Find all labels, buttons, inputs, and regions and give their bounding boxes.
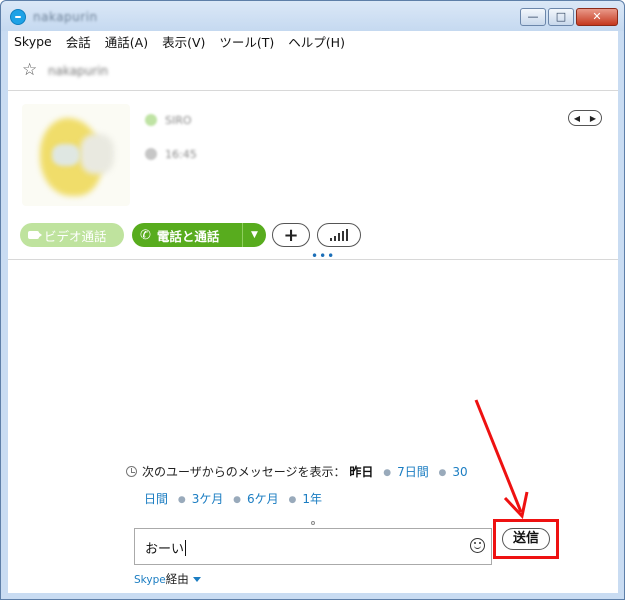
contact-name: nakapurin <box>48 64 109 78</box>
send-highlight-box: 送信 <box>493 519 559 559</box>
chevron-down-icon: ▼ <box>251 230 258 240</box>
video-camera-icon <box>28 231 42 239</box>
separator-dot-icon: ● <box>233 495 242 505</box>
add-button[interactable]: + <box>272 223 310 247</box>
contact-header: ☆ nakapurin <box>8 51 618 91</box>
local-time-row: 16:45 <box>145 147 197 161</box>
history-7days-link[interactable]: 7日間 <box>397 465 429 479</box>
call-label: 電話と通話 <box>156 228 220 244</box>
call-quality-button[interactable] <box>317 223 361 247</box>
separator-dot-icon: ● <box>177 495 186 505</box>
text-caret <box>185 540 187 556</box>
emoticon-icon[interactable] <box>470 538 485 553</box>
history-yesterday: 昨日 <box>349 465 374 479</box>
menu-call[interactable]: 通話(A) <box>105 32 148 51</box>
call-button[interactable]: ✆ 電話と通話 <box>132 223 242 247</box>
skype-chat-window: nakapurin — □ ✕ Skype 会話 通話(A) 表示(V) ツール… <box>0 0 625 600</box>
menu-skype[interactable]: Skype <box>14 34 52 49</box>
menu-conversation[interactable]: 会話 <box>66 32 91 51</box>
profile-nav-arrows[interactable]: ◀ ▶ <box>568 110 602 126</box>
menu-view[interactable]: 表示(V) <box>162 32 205 51</box>
chevron-down-icon[interactable] <box>192 577 201 582</box>
history-3months-link[interactable]: 3ケ月 <box>192 492 224 506</box>
menu-bar: Skype 会話 通話(A) 表示(V) ツール(T) ヘルプ(H) <box>8 31 618 51</box>
history-1year-link[interactable]: 1年 <box>302 492 322 506</box>
message-text: おーい <box>145 542 185 557</box>
chat-content: ☆ nakapurin SIRO 16:45 ◀ ▶ ビデオ通話 ✆ 電話と通話… <box>8 51 618 593</box>
separator-dot-icon: ● <box>438 468 447 478</box>
separator-dot-icon: ● <box>288 495 297 505</box>
local-time-text: 16:45 <box>165 147 197 161</box>
via-label: 経由 <box>165 572 189 586</box>
call-dropdown-button[interactable]: ▼ <box>242 223 266 247</box>
expand-handle-icon[interactable]: ••• <box>311 249 335 263</box>
title-bar[interactable]: nakapurin — □ ✕ <box>1 1 624 31</box>
video-call-label: ビデオ通話 <box>44 228 107 244</box>
signal-bars-icon <box>330 229 348 241</box>
clock-status-icon <box>145 148 157 160</box>
send-button[interactable]: 送信 <box>502 528 550 550</box>
favorite-star-icon[interactable]: ☆ <box>22 60 37 80</box>
minimize-button[interactable]: — <box>520 8 546 26</box>
phone-status-row: SIRO <box>145 113 192 127</box>
separator-dot-icon: ● <box>383 468 392 478</box>
history-label: 次のユーザからのメッセージを表示： <box>142 465 346 479</box>
clock-icon <box>126 466 137 477</box>
send-via-selector[interactable]: Skype経由 <box>134 571 201 587</box>
phone-icon: ✆ <box>140 227 151 243</box>
via-skype-link[interactable]: Skype <box>134 574 166 586</box>
history-30days-link-part1[interactable]: 30 <box>452 465 467 479</box>
phone-status-text: SIRO <box>165 113 192 127</box>
menu-help[interactable]: ヘルプ(H) <box>288 32 345 51</box>
skype-app-icon <box>10 9 26 25</box>
maximize-button[interactable]: □ <box>548 8 574 26</box>
close-button[interactable]: ✕ <box>576 8 618 26</box>
history-30days-link-part2[interactable]: 日間 <box>144 492 168 506</box>
avatar[interactable] <box>22 104 130 206</box>
arrow-left-icon[interactable]: ◀ <box>574 114 580 123</box>
divider <box>8 259 618 260</box>
menu-tools[interactable]: ツール(T) <box>219 32 274 51</box>
contact-profile: SIRO 16:45 ◀ ▶ <box>8 92 618 220</box>
history-6months-link[interactable]: 6ケ月 <box>247 492 279 506</box>
message-history-filter: 次のユーザからのメッセージを表示： 昨日 ● 7日間 ● 30 日間 ● 3ケ月 ● 6… <box>126 459 496 513</box>
resize-handle-icon[interactable] <box>311 521 315 525</box>
message-input[interactable]: おーい <box>134 528 492 565</box>
window-title: nakapurin <box>33 10 98 24</box>
video-call-button[interactable]: ビデオ通話 <box>20 223 124 247</box>
phone-status-icon <box>145 114 157 126</box>
arrow-right-icon[interactable]: ▶ <box>590 114 596 123</box>
